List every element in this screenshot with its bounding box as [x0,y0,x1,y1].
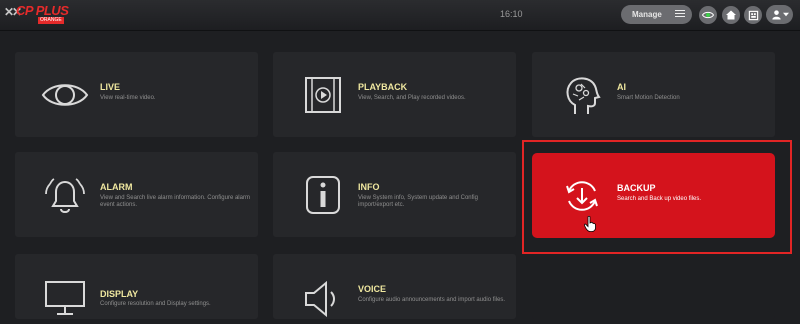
user-menu-button[interactable] [766,5,793,24]
info-icon [298,170,348,220]
tile-live[interactable]: LIVE View real-time video. [15,52,258,137]
tile-display[interactable]: DISPLAY Configure resolution and Display… [15,254,258,319]
speaker-icon [298,274,348,324]
tile-alarm[interactable]: ALARM View and Search live alarm informa… [15,152,258,237]
tile-title: PLAYBACK [358,82,408,92]
monitor-icon [40,274,90,324]
chevron-down-icon [783,12,789,17]
layout-icon[interactable] [744,6,762,24]
alarm-bell-icon [40,170,90,220]
tile-desc: Configure resolution and Display setting… [100,301,211,307]
tile-title: VOICE [358,284,387,294]
tile-desc: Smart Motion Detection [617,95,680,101]
top-bar: ✕✕ CP PLUS ORANGE 16:10 Manage [0,0,800,31]
logo-text: CP PLUS [16,3,69,18]
selection-highlight [522,140,792,254]
tile-voice[interactable]: VOICE Configure audio announcements and … [273,254,516,319]
ai-head-icon [557,70,607,120]
manage-label: Manage [632,10,662,19]
tile-title: DISPLAY [100,289,139,299]
film-play-icon [298,70,348,120]
tile-title: AI [617,82,626,92]
user-icon [772,10,781,20]
eye-icon [40,70,90,120]
eye-icon[interactable] [699,6,717,24]
tile-desc: View, Search, and Play recorded videos. [358,95,466,101]
tile-info[interactable]: INFO View System info, System update and… [273,152,516,237]
tile-desc: View System info, System update and Conf… [358,195,478,208]
tile-title: INFO [358,182,380,192]
logo-sub: ORANGE [38,17,64,24]
tile-ai[interactable]: AI Smart Motion Detection [532,52,775,137]
empty-slot [532,254,775,319]
tile-title: LIVE [100,82,121,92]
tile-playback[interactable]: PLAYBACK View, Search, and Play recorded… [273,52,516,137]
tile-desc: View real-time video. [100,95,156,101]
menu-lines-icon [675,10,685,19]
clock-time: 16:10 [500,9,523,19]
logo: ✕✕ CP PLUS ORANGE [4,3,69,24]
tile-desc: Configure audio announcements and import… [358,297,506,303]
manage-button[interactable]: Manage [621,5,692,24]
home-icon[interactable] [722,6,740,24]
tile-desc: View and Search live alarm information. … [100,195,250,208]
tile-title: ALARM [100,182,133,192]
